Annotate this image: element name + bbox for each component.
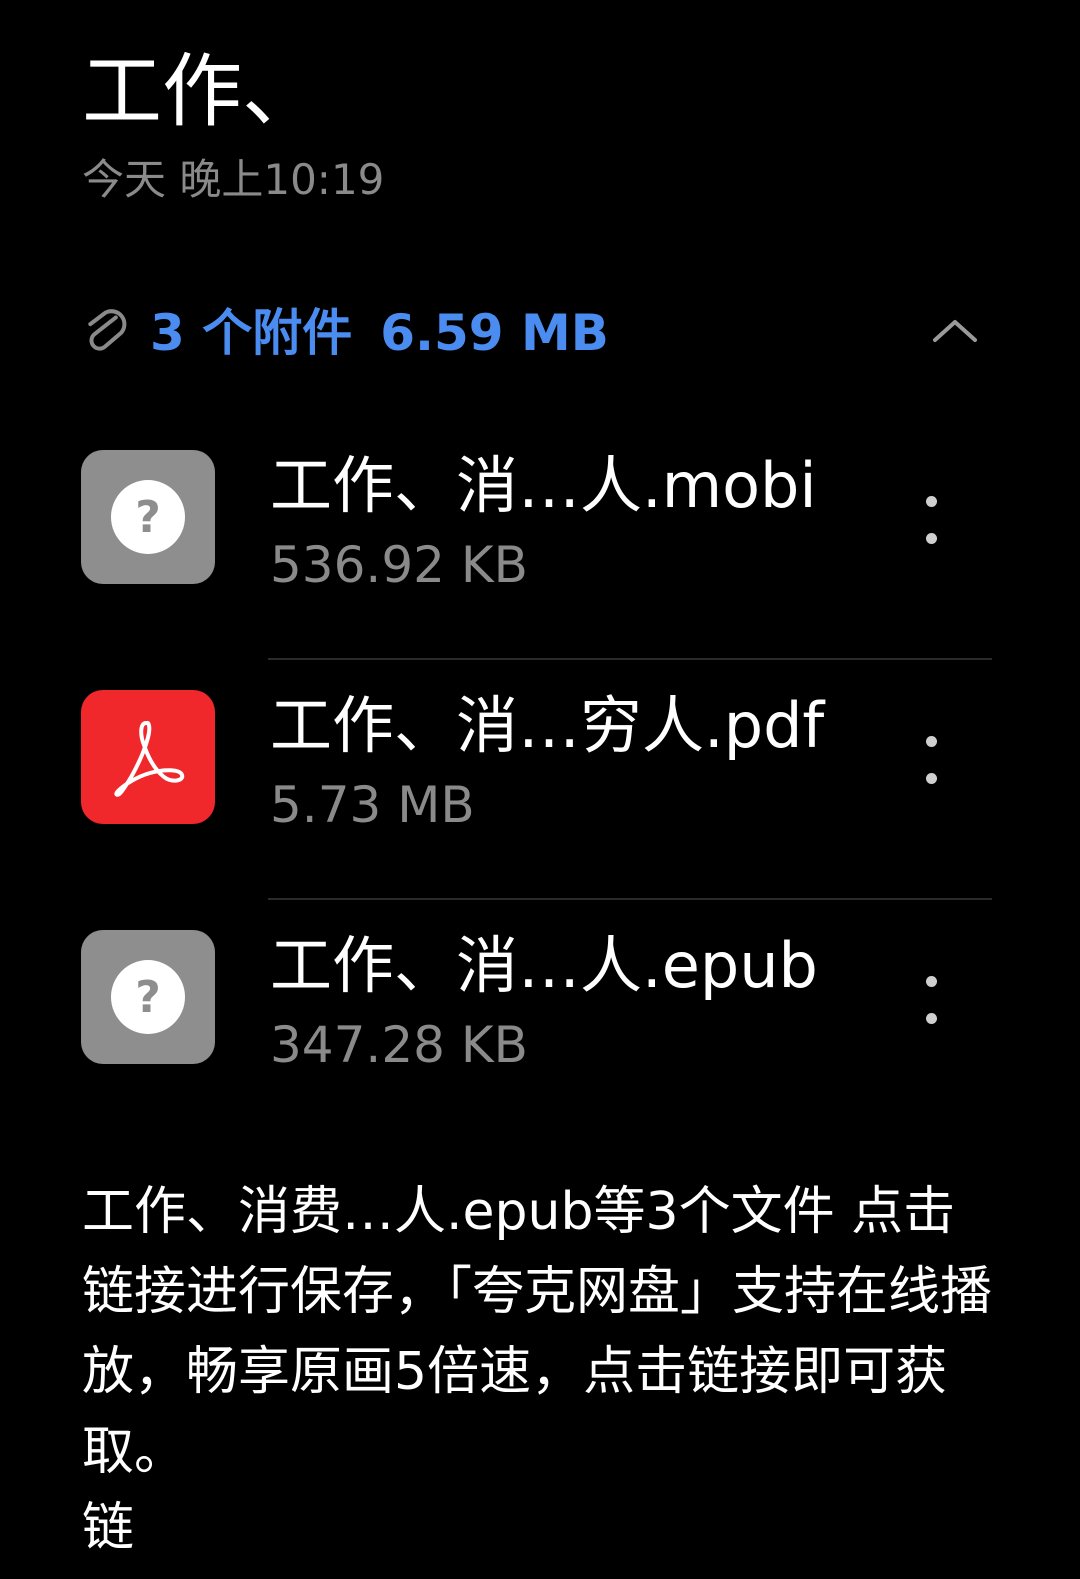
- chevron-up-icon[interactable]: [928, 308, 982, 352]
- pdf-icon: [81, 690, 215, 824]
- unknown-file-icon: ?: [81, 930, 215, 1064]
- attachment-size: 536.92 KB: [270, 536, 528, 594]
- attachment-name: 工作、消…穷人.pdf: [270, 689, 825, 762]
- more-options-icon[interactable]: [908, 480, 954, 560]
- message-link-start[interactable]: 链: [82, 1492, 1000, 1564]
- attachment-size: 347.28 KB: [270, 1016, 528, 1074]
- attachment-size: 5.73 MB: [270, 776, 475, 834]
- attachment-item-pdf[interactable]: 工作、消…穷人.pdf 5.73 MB: [0, 660, 1080, 900]
- paperclip-icon: [82, 305, 130, 361]
- message-body: 工作、消费…人.epub等3个文件 点击链接进行保存，「夸克网盘」支持在线播放，…: [82, 1172, 1000, 1564]
- attachments-total-size: 6.59 MB: [380, 304, 609, 362]
- more-options-icon[interactable]: [908, 720, 954, 800]
- attachment-item-mobi[interactable]: ? 工作、消…人.mobi 536.92 KB: [0, 420, 1080, 660]
- attachments-header[interactable]: 3 个附件 6.59 MB: [82, 300, 1002, 366]
- unknown-file-icon: ?: [81, 450, 215, 584]
- message-text: 工作、消费…人.epub等3个文件 点击链接进行保存，「夸克网盘」支持在线播放，…: [82, 1182, 993, 1482]
- attachment-item-epub[interactable]: ? 工作、消…人.epub 347.28 KB: [0, 900, 1080, 1140]
- svg-text:?: ?: [135, 972, 161, 1023]
- more-options-icon[interactable]: [908, 960, 954, 1040]
- attachment-name: 工作、消…人.mobi: [270, 449, 817, 522]
- attachment-name: 工作、消…人.epub: [270, 929, 818, 1002]
- attachment-list: ? 工作、消…人.mobi 536.92 KB 工作、消…穷人.pdf 5.73…: [0, 420, 1080, 1140]
- attachments-summary: 3 个附件 6.59 MB: [150, 300, 609, 366]
- email-subject-title: 工作、: [82, 45, 322, 138]
- email-timestamp: 今天 晚上10:19: [82, 155, 385, 204]
- attachments-count: 3 个附件: [150, 304, 353, 362]
- svg-text:?: ?: [135, 492, 161, 543]
